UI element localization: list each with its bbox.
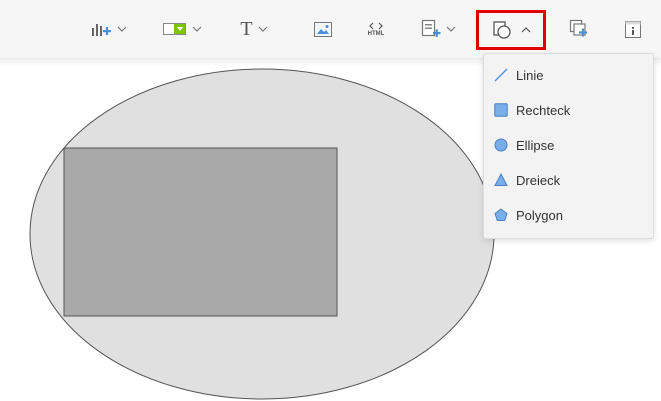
shapes-button[interactable]: [476, 10, 546, 50]
table-button[interactable]: [159, 12, 205, 46]
text-icon: T: [240, 17, 253, 40]
polygon-icon: [493, 207, 509, 223]
menu-item-ellipse[interactable]: Ellipse: [484, 128, 653, 162]
form-plus-icon: [421, 19, 440, 37]
chart-button[interactable]: [85, 12, 131, 46]
menu-item-label: Linie: [516, 67, 544, 83]
ellipse-icon: [493, 137, 509, 153]
chevron-down-icon: [446, 26, 455, 32]
menu-item-label: Dreieck: [516, 172, 561, 188]
html-button[interactable]: HTML: [360, 12, 392, 46]
menu-item-label: Polygon: [516, 207, 563, 223]
menu-item-label: Rechteck: [516, 102, 571, 118]
shapes-dropdown-menu: Linie Rechteck Ellipse Dreieck Polygon: [483, 53, 654, 239]
menu-item-triangle[interactable]: Dreieck: [484, 163, 653, 197]
chevron-down-icon: [258, 26, 268, 32]
image-icon: [314, 21, 332, 37]
text-button[interactable]: T: [234, 12, 274, 46]
layer-plus-icon: [569, 19, 587, 37]
chevron-up-icon: [521, 27, 530, 33]
form-button[interactable]: [415, 12, 461, 46]
menu-item-label: Ellipse: [516, 137, 555, 153]
rectangle-icon: [493, 102, 509, 118]
info-button[interactable]: [621, 12, 645, 46]
line-icon: [493, 67, 509, 83]
layer-button[interactable]: [566, 12, 592, 46]
chevron-down-icon: [117, 26, 126, 32]
chart-plus-icon: [91, 24, 111, 36]
html-icon: [369, 22, 383, 29]
toolbar: T HTML: [0, 0, 661, 59]
shapes-icon: [492, 21, 511, 39]
html-label: HTML: [367, 30, 385, 37]
chevron-down-icon: [192, 26, 201, 32]
rectangle-shape[interactable]: [63, 147, 338, 317]
triangle-icon: [493, 172, 509, 188]
info-icon: [625, 20, 641, 38]
menu-item-rectangle[interactable]: Rechteck: [484, 93, 653, 127]
image-button[interactable]: [311, 12, 335, 46]
table-icon: [162, 23, 186, 35]
menu-item-line[interactable]: Linie: [484, 58, 653, 92]
menu-item-polygon[interactable]: Polygon: [484, 198, 653, 232]
